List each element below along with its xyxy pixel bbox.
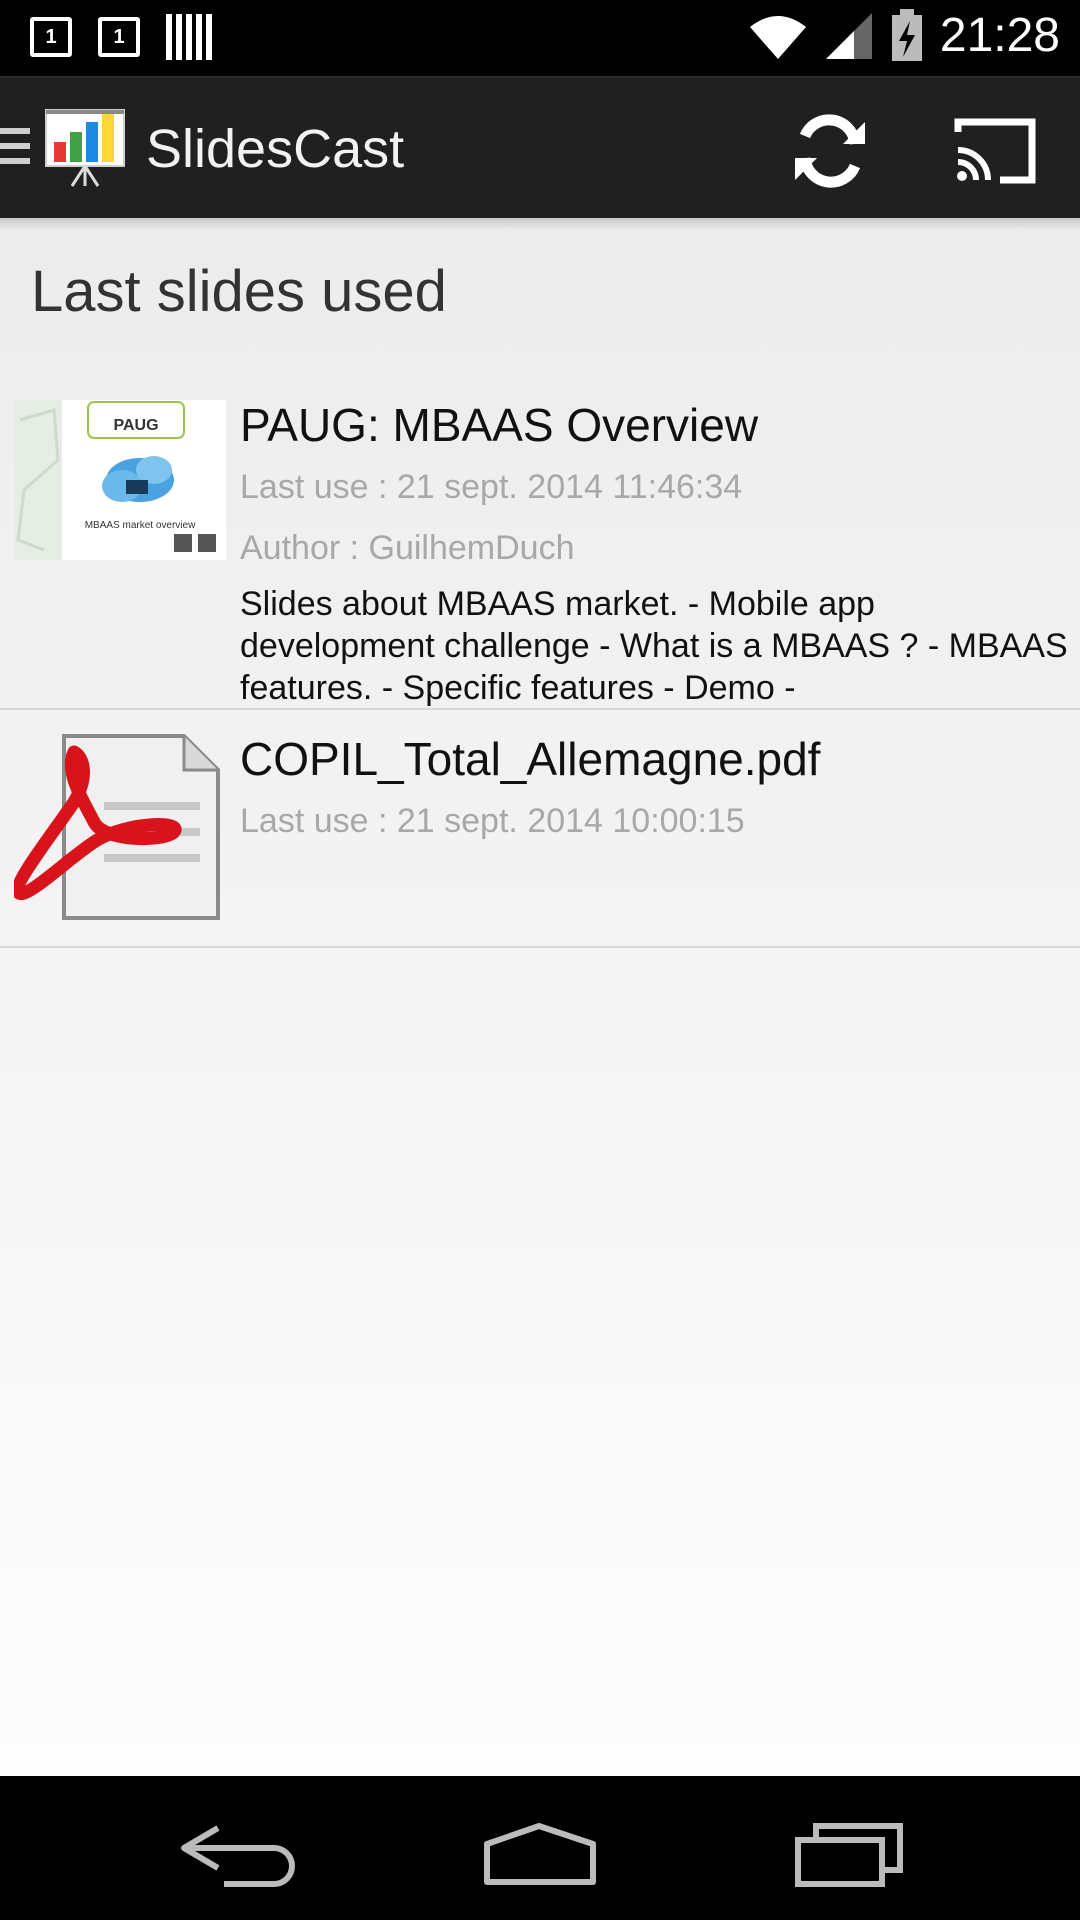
author: Author : GuilhemDuch <box>240 529 575 567</box>
sim-notification-icon: 1 <box>98 17 140 57</box>
action-bar-shadow <box>0 218 1080 230</box>
app-title: SlidesCast <box>146 119 405 179</box>
home-icon[interactable] <box>475 1806 605 1890</box>
notification-icons: 1 1 <box>30 14 212 60</box>
list-item[interactable]: PAUG MBAAS market overview PAUG: MBAAS O… <box>0 368 1080 710</box>
item-title: COPIL_Total_Allemagne.pdf <box>240 733 821 785</box>
thumbnail-subtitle: MBAAS market overview <box>85 520 196 531</box>
section-title: Last slides used <box>31 259 447 324</box>
status-bar: 1 1 21:28 <box>0 0 1080 76</box>
item-description: Slides about MBAAS market. - Mobile app … <box>240 585 1068 707</box>
sim-number: 1 <box>113 25 125 48</box>
back-icon[interactable] <box>174 1806 304 1890</box>
navigation-bar <box>0 1776 1080 1920</box>
last-use-date: Last use : 21 sept. 2014 11:46:34 <box>240 468 743 506</box>
sim-notification-icon: 1 <box>30 17 72 57</box>
cast-icon[interactable] <box>950 108 1040 194</box>
app-logo-icon[interactable] <box>44 108 126 188</box>
thumbnail-title: PAUG <box>113 417 158 434</box>
action-bar: SlidesCast <box>0 76 1080 218</box>
list-item[interactable]: COPIL_Total_Allemagne.pdf Last use : 21 … <box>0 710 1080 948</box>
pdf-file-icon <box>14 734 220 920</box>
recent-slides-list: Last slides used PAUG MBAAS market overv… <box>0 218 1080 1776</box>
refresh-icon[interactable] <box>785 108 875 194</box>
signal-icon <box>825 12 872 59</box>
clock: 21:28 <box>939 9 1060 62</box>
drawer-menu-icon[interactable] <box>0 128 30 173</box>
barcode-notification-icon <box>166 14 212 60</box>
battery-charging-icon <box>891 8 922 61</box>
recent-apps-icon[interactable] <box>790 1806 920 1890</box>
slide-thumbnail: PAUG MBAAS market overview <box>14 400 226 560</box>
wifi-icon <box>749 15 806 59</box>
item-title: PAUG: MBAAS Overview <box>240 399 759 451</box>
last-use-date: Last use : 21 sept. 2014 10:00:15 <box>240 802 745 840</box>
sim-number: 1 <box>45 25 57 48</box>
